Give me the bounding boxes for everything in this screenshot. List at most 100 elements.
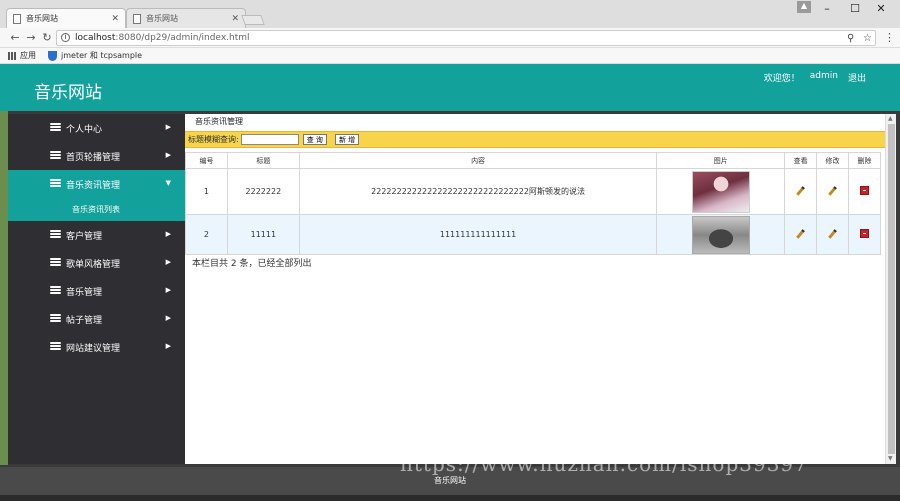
table-row: 2 11111 111111111111111 [185, 214, 881, 255]
cell-content: 111111111111111 [298, 214, 658, 255]
column-header: 编号 [185, 152, 228, 169]
sidebar-item-music[interactable]: 音乐管理 ▶ [8, 277, 185, 305]
tab-title: 音乐网站 [26, 14, 58, 23]
url-input[interactable]: i localhost:8080/dp29/admin/index.html ⚲… [56, 30, 876, 46]
stack-icon [50, 179, 61, 188]
sidebar-item-label: 网站建议管理 [66, 343, 121, 354]
sidebar-item-personal-center[interactable]: 个人中心 ▶ [8, 114, 185, 142]
cell-edit [816, 168, 850, 215]
url-host: localhost [75, 33, 116, 43]
stack-icon [50, 258, 61, 267]
edit-pencil-icon[interactable] [828, 185, 837, 196]
browser-tab-2[interactable]: 音乐网站 ✕ [126, 8, 246, 28]
bookmark-jmeter[interactable]: jmeter 和 tcpsample [61, 50, 142, 61]
sidebar-item-posts[interactable]: 帖子管理 ▶ [8, 305, 185, 333]
forward-icon[interactable]: → [24, 31, 38, 44]
chevron-right-icon: ▶ [165, 230, 171, 238]
address-bar: ← → ↻ i localhost:8080/dp29/admin/index.… [0, 28, 900, 48]
new-tab-button[interactable] [241, 15, 265, 25]
cell-id: 1 [185, 168, 228, 215]
sidebar-item-playlist-styles[interactable]: 歌单风格管理 ▶ [8, 249, 185, 277]
taskbar [0, 495, 900, 501]
sidebar-subitem-news-list[interactable]: 音乐资讯列表 [8, 198, 185, 221]
sidebar-item-music-news[interactable]: 音乐资讯管理 ▼ [8, 170, 185, 198]
delete-icon[interactable] [860, 229, 869, 238]
table-header-row: 编号 标题 内容 图片 查看 修改 删除 [185, 152, 881, 169]
minimize-icon[interactable]: – [818, 2, 836, 15]
view-pencil-icon[interactable] [796, 185, 805, 196]
browser-tab-1[interactable]: 音乐网站 ✕ [6, 8, 126, 28]
search-input[interactable] [240, 134, 299, 145]
chevron-right-icon: ▶ [165, 342, 171, 350]
main-panel: 音乐资讯管理 标题模糊查询: 查 询 新 增 编号 标题 内容 图片 查看 修改… [185, 114, 885, 464]
browser-tabstrip: 音乐网站 ✕ 音乐网站 ✕ ▲ – ☐ ✕ [0, 0, 900, 28]
search-button[interactable]: 查 询 [302, 134, 327, 145]
bookmark-apps[interactable]: 应用 [20, 50, 36, 61]
scroll-up-icon[interactable]: ▲ [888, 115, 893, 122]
column-header: 删除 [848, 152, 881, 169]
stack-icon [50, 342, 61, 351]
chevron-right-icon: ▶ [165, 123, 171, 131]
chevron-right-icon: ▶ [165, 151, 171, 159]
bookmark-shield-icon [48, 50, 57, 61]
watermark-text: https://www.huzhan.com/ishop39397 [400, 452, 808, 476]
stack-icon [50, 314, 61, 323]
column-header: 图片 [656, 152, 786, 169]
robot-car-thumbnail [691, 215, 750, 254]
view-pencil-icon[interactable] [796, 228, 805, 239]
menu-icon[interactable]: ⋮ [884, 31, 895, 44]
cell-image [656, 168, 786, 215]
star-icon[interactable]: ☆ [863, 32, 872, 46]
sidebar-item-suggestions[interactable]: 网站建议管理 ▶ [8, 333, 185, 361]
chevron-down-icon: ▼ [165, 179, 171, 187]
cell-title: 11111 [226, 214, 300, 255]
stack-icon [50, 286, 61, 295]
cell-id: 2 [185, 214, 228, 255]
scrollbar-thumb[interactable] [888, 124, 895, 454]
sidebar-item-carousel[interactable]: 首页轮播管理 ▶ [8, 142, 185, 170]
username-link[interactable]: admin [810, 71, 838, 84]
cell-delete [848, 168, 881, 215]
sidebar-item-label: 个人中心 [66, 124, 103, 135]
stack-icon [50, 230, 61, 239]
back-icon[interactable]: ← [8, 31, 22, 44]
profile-icon[interactable]: ▲ [797, 1, 811, 13]
scroll-down-icon[interactable]: ▼ [888, 455, 893, 462]
document-icon [13, 13, 21, 24]
logout-link[interactable]: 退出 [848, 71, 866, 84]
document-icon [133, 13, 141, 24]
vertical-scrollbar[interactable]: ▲ ▼ [885, 114, 896, 464]
url-path: :8080/dp29/admin/index.html [115, 33, 250, 43]
close-window-icon[interactable]: ✕ [872, 2, 890, 15]
delete-icon[interactable] [860, 186, 869, 195]
table-row: 1 2222222 222222222222222222222222222222… [185, 168, 881, 215]
apps-icon [8, 51, 16, 60]
site-title: 音乐网站 [34, 83, 102, 103]
close-tab-icon[interactable]: ✕ [111, 14, 119, 24]
cell-delete [848, 214, 881, 255]
chevron-right-icon: ▶ [165, 258, 171, 266]
add-button[interactable]: 新 增 [334, 134, 360, 145]
app-header: 音乐网站 欢迎您！ admin 退出 [0, 64, 900, 111]
location-pin-icon[interactable]: ⚲ [847, 32, 854, 46]
bookmarks-bar: 应用 jmeter 和 tcpsample [0, 48, 900, 64]
column-header: 修改 [816, 152, 850, 169]
maximize-icon[interactable]: ☐ [846, 2, 864, 15]
table-summary: 本栏目共 2 条，已经全部列出 [192, 259, 312, 269]
info-icon[interactable]: i [61, 33, 70, 42]
cell-edit [816, 214, 850, 255]
edit-pencil-icon[interactable] [828, 228, 837, 239]
desktop-edge [0, 111, 8, 465]
sidebar-item-customers[interactable]: 客户管理 ▶ [8, 221, 185, 249]
reload-icon[interactable]: ↻ [40, 31, 54, 44]
sidebar-item-label: 客户管理 [66, 231, 103, 242]
column-header: 内容 [298, 152, 658, 169]
sidebar-item-label: 歌单风格管理 [66, 259, 121, 270]
stack-icon [50, 123, 61, 132]
close-tab-icon[interactable]: ✕ [231, 14, 239, 24]
column-header: 查看 [784, 152, 818, 169]
page-title: 音乐资讯管理 [195, 117, 243, 126]
cell-content: 2222222222222222222222222222222阿斯顿发的说法 [298, 168, 658, 215]
cell-image [656, 214, 786, 255]
sidebar: 个人中心 ▶ 首页轮播管理 ▶ 音乐资讯管理 ▼ 音乐资讯列表 客户管理 ▶ 歌… [8, 114, 185, 464]
